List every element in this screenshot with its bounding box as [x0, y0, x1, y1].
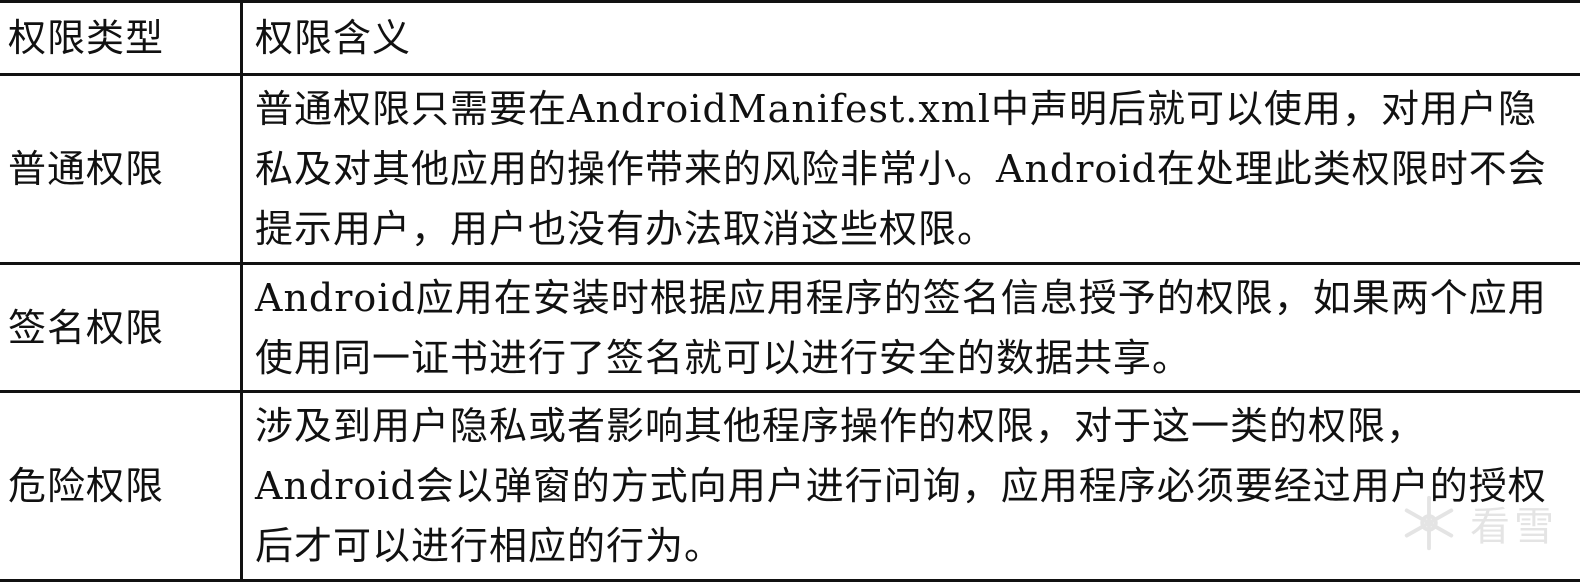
header-cell-type: 权限类型: [0, 0, 243, 77]
meaning-cell: Android应用在安装时根据应用程序的签名信息授予的权限，如果两个应用使用同一…: [240, 262, 1580, 393]
meaning-cell: 普通权限只需要在AndroidManifest.xml中声明后就可以使用，对用户…: [240, 73, 1580, 266]
header-cell-meaning: 权限含义: [240, 0, 1580, 77]
meaning-normal-text: 普通权限只需要在AndroidManifest.xml中声明后就可以使用，对用户…: [255, 87, 1547, 252]
table-header-row: 权限类型 权限含义: [0, 0, 1580, 77]
header-meaning-label: 权限含义: [255, 16, 412, 61]
meaning-signature-text: Android应用在安装时根据应用程序的签名信息授予的权限，如果两个应用使用同一…: [255, 275, 1547, 380]
table-row: 危险权限 涉及到用户隐私或者影响其他程序操作的权限，对于这一类的权限，Andro…: [0, 390, 1580, 582]
type-cell: 普通权限: [0, 73, 243, 266]
type-signature-label: 签名权限: [8, 305, 165, 350]
type-dangerous-label: 危险权限: [8, 464, 165, 508]
table-row: 普通权限 普通权限只需要在AndroidManifest.xml中声明后就可以使…: [0, 73, 1580, 266]
meaning-cell: 涉及到用户隐私或者影响其他程序操作的权限，对于这一类的权限，Android会以弹…: [240, 390, 1580, 582]
page: 权限类型 权限含义 普通权限 普通权限只需要在AndroidManifest.x…: [0, 0, 1580, 582]
meaning-dangerous-text: 涉及到用户隐私或者影响其他程序操作的权限，对于这一类的权限，Android会以弹…: [255, 404, 1547, 568]
permissions-table: 权限类型 权限含义 普通权限 普通权限只需要在AndroidManifest.x…: [0, 0, 1580, 582]
type-cell: 危险权限: [0, 390, 243, 582]
header-type-label: 权限类型: [8, 16, 165, 61]
type-cell: 签名权限: [0, 262, 243, 393]
table-row: 签名权限 Android应用在安装时根据应用程序的签名信息授予的权限，如果两个应…: [0, 262, 1580, 393]
type-normal-label: 普通权限: [8, 147, 165, 192]
